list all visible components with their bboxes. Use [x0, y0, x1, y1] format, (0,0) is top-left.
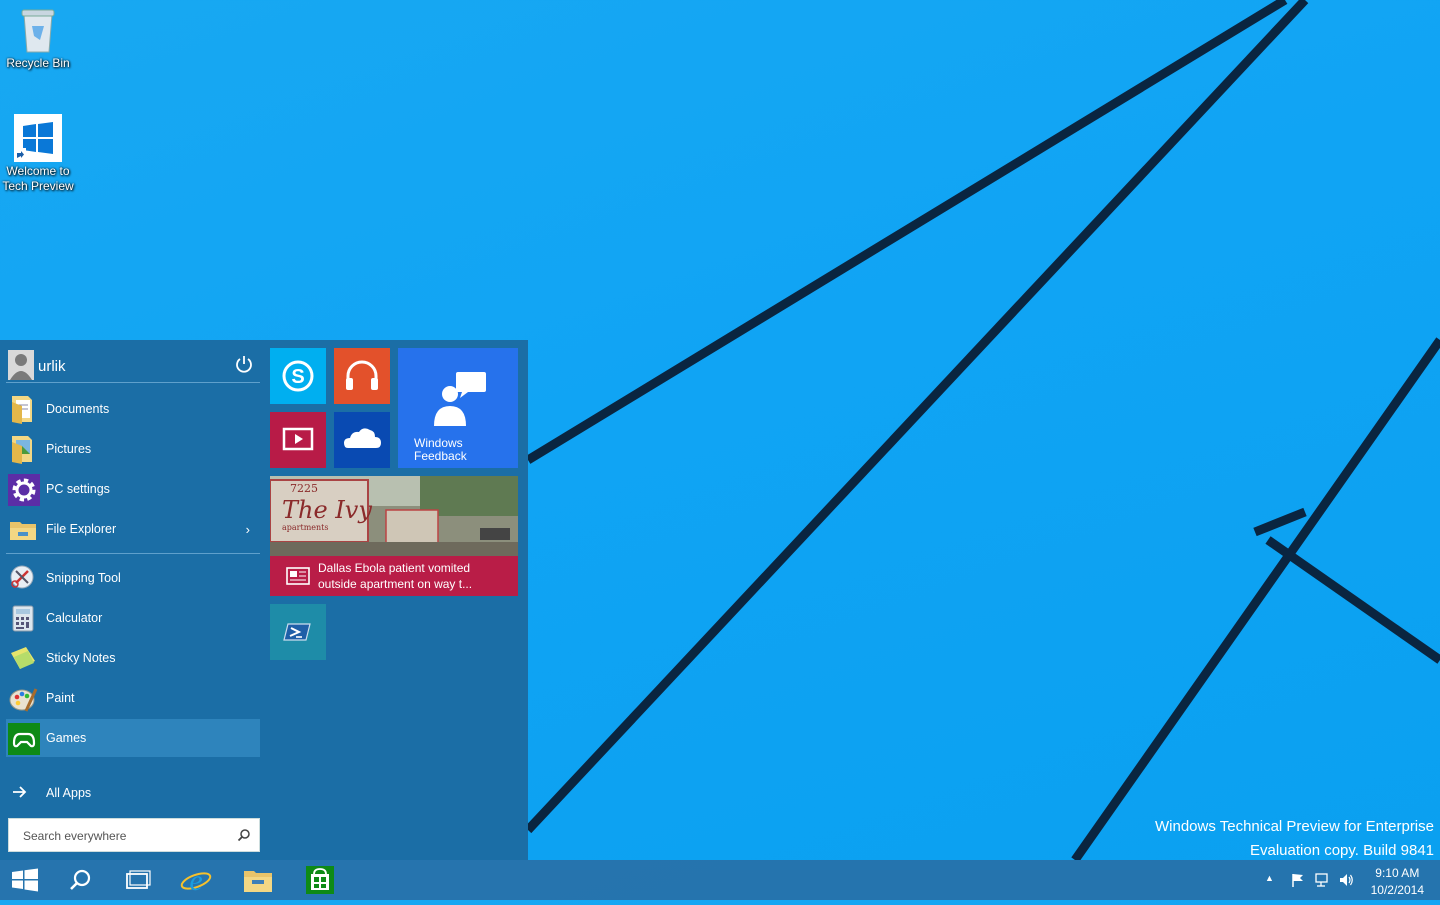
recycle-bin-label: Recycle Bin [6, 56, 70, 70]
tile-windows-feedback[interactable]: Windows Feedback [398, 348, 518, 468]
paint-icon [8, 683, 38, 713]
tile-news[interactable]: 7225 The Ivy apartments Dallas Ebola pat… [270, 476, 518, 596]
app-label: Paint [46, 691, 75, 705]
desktop-icon-recycle-bin[interactable]: Recycle Bin [0, 6, 76, 71]
gear-icon [8, 474, 40, 506]
documents-folder-icon [8, 394, 38, 424]
tile-onedrive[interactable] [334, 412, 390, 468]
taskbar-internet-explorer[interactable]: e [168, 860, 224, 900]
all-apps-label: All Apps [46, 786, 92, 800]
watermark-line1: Windows Technical Preview for Enterprise [1154, 818, 1434, 835]
place-file-explorer[interactable]: File Explorer › [6, 510, 260, 548]
app-games[interactable]: Games [6, 719, 260, 757]
news-headline: Dallas Ebola patient vomited outside apa… [318, 561, 473, 591]
taskbar-start-button[interactable] [0, 860, 50, 900]
internet-explorer-icon: e [180, 864, 212, 897]
search-input[interactable] [21, 819, 235, 853]
volume-icon[interactable] [1338, 872, 1354, 888]
chevron-right-icon[interactable]: › [246, 522, 250, 537]
tile-skype[interactable]: S [270, 348, 326, 404]
app-label: Games [46, 731, 87, 745]
news-caption-bar: Dallas Ebola patient vomited outside apa… [270, 556, 518, 596]
store-icon [306, 866, 334, 894]
tile-video[interactable] [270, 412, 326, 468]
app-label: Snipping Tool [46, 571, 121, 585]
news-icon [286, 567, 310, 585]
headphones-icon [346, 360, 378, 390]
pictures-folder-icon [8, 434, 38, 464]
power-icon[interactable] [234, 354, 254, 374]
taskbar-store[interactable] [292, 860, 348, 900]
place-pc-settings[interactable]: PC settings [6, 470, 260, 508]
skype-icon: S [282, 360, 314, 392]
video-icon [282, 427, 314, 451]
taskbar: e ▲ 9:10 AM 10/2/2014 [0, 860, 1440, 900]
sticky-notes-icon [8, 643, 38, 673]
user-avatar-icon [8, 350, 34, 380]
desktop-icon-welcome[interactable]: Welcome to Tech Preview [0, 114, 76, 194]
separator [6, 553, 260, 554]
windows-logo-icon [14, 114, 62, 162]
news-sign-name: The Ivy [282, 496, 372, 524]
start-search-box[interactable] [8, 818, 260, 853]
powershell-icon [283, 623, 311, 641]
app-snipping-tool[interactable]: Snipping Tool [6, 559, 260, 597]
arrow-right-icon [10, 782, 30, 802]
place-label: Pictures [46, 442, 92, 456]
action-flag-icon[interactable] [1290, 872, 1306, 888]
feedback-icon [434, 372, 486, 426]
tile-music[interactable] [334, 348, 390, 404]
search-icon[interactable] [237, 828, 251, 842]
app-calculator[interactable]: Calculator [6, 599, 260, 637]
svg-text:e: e [189, 864, 202, 897]
task-view-icon [126, 870, 151, 889]
place-pictures[interactable]: Pictures [6, 430, 260, 468]
app-paint[interactable]: Paint [6, 679, 260, 717]
app-sticky-notes[interactable]: Sticky Notes [6, 639, 260, 677]
evaluation-watermark: Windows Technical Preview for Enterprise… [1155, 815, 1434, 863]
tray-overflow-chevron[interactable]: ▲ [1265, 873, 1274, 883]
start-menu-left-pane: urlik Documents Pictures PC settings Fil… [0, 340, 268, 860]
taskbar-file-explorer[interactable] [230, 860, 286, 900]
search-icon [70, 869, 91, 890]
place-label: PC settings [46, 482, 110, 496]
calculator-icon [8, 603, 38, 633]
separator [6, 382, 260, 383]
file-explorer-icon [8, 514, 38, 544]
taskbar-task-view-button[interactable] [110, 860, 166, 900]
snipping-tool-icon [8, 563, 38, 593]
app-label: Calculator [46, 611, 103, 625]
news-sign-sub: apartments [282, 523, 329, 532]
news-sign-number: 7225 [290, 482, 318, 495]
network-icon[interactable] [1314, 872, 1330, 888]
games-controller-icon [8, 723, 40, 755]
user-name: urlik [38, 358, 66, 375]
taskbar-search-button[interactable] [52, 860, 108, 900]
place-documents[interactable]: Documents [6, 390, 260, 428]
news-photo: 7225 The Ivy apartments [270, 476, 518, 556]
recycle-bin-icon [18, 6, 58, 54]
all-apps-button[interactable]: All Apps [6, 774, 260, 812]
clock-date: 10/2/2014 [1370, 883, 1424, 897]
user-account[interactable]: urlik [6, 346, 260, 382]
taskbar-clock[interactable]: 9:10 AM 10/2/2014 [1371, 865, 1424, 899]
file-explorer-icon [244, 871, 272, 892]
feedback-label: Windows Feedback [414, 436, 467, 463]
onedrive-cloud-icon [344, 428, 381, 448]
welcome-label-line2: Tech Preview [2, 179, 74, 193]
app-label: Sticky Notes [46, 651, 116, 665]
start-menu: urlik Documents Pictures PC settings Fil… [0, 340, 528, 860]
tile-powershell[interactable] [270, 604, 326, 660]
svg-text:S: S [291, 366, 304, 388]
place-label: Documents [46, 402, 110, 416]
place-label: File Explorer [46, 522, 117, 536]
clock-time: 9:10 AM [1375, 866, 1420, 880]
windows-logo-icon [12, 868, 38, 892]
welcome-label-line1: Welcome to [6, 164, 70, 178]
